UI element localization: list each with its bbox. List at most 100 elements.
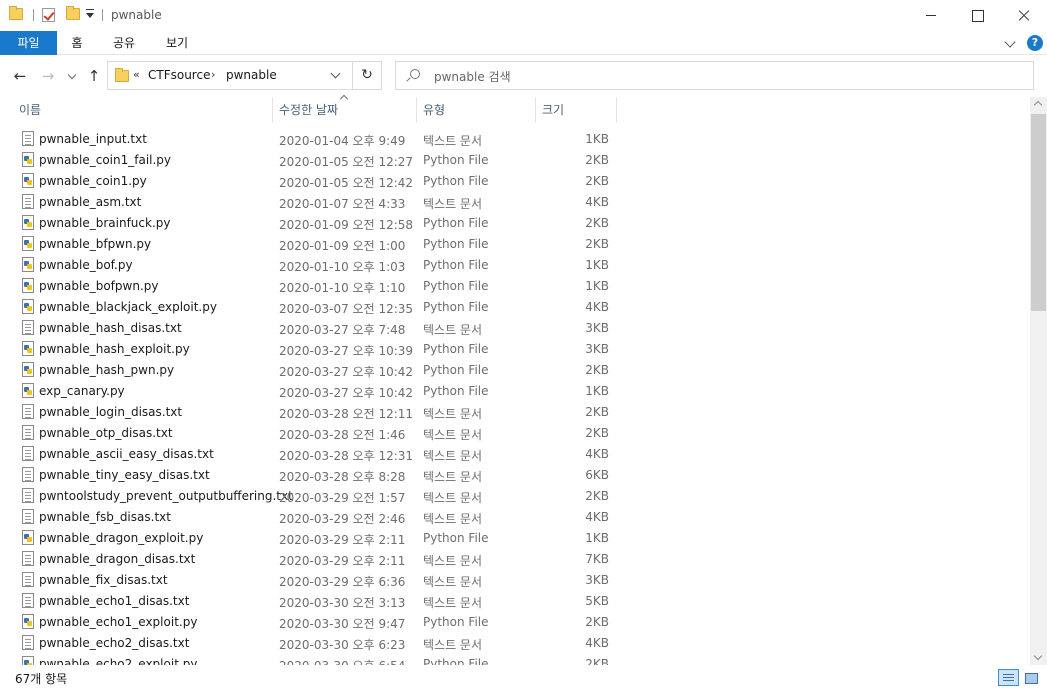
file-type: 텍스트 문서 [423,491,483,505]
tab-share[interactable]: 공유 [104,31,144,55]
customize-quick-access-icon[interactable] [86,9,94,18]
file-row[interactable]: pwnable_bof.py 2020-01-10 오후 1:03 Python F… [0,255,1030,276]
file-name: pwntoolstudy_prevent_outputbuffering.txt [39,489,293,503]
file-row[interactable]: pwnable_hash_exploit.py 2020-03-27 오후 10:… [0,339,1030,360]
column-date[interactable]: 수정한 날짜 [273,97,416,123]
expand-ribbon-icon[interactable] [1004,36,1016,48]
file-row[interactable]: pwnable_ascii_easy_disas.txt 2020-03-28 오… [0,444,1030,465]
file-size: 1KB [585,531,609,545]
breadcrumb-ctfsource[interactable]: CTFsource [148,68,210,82]
file-name: pwnable_echo2_exploit.py [39,657,198,665]
file-date: 2020-03-27 오후 7:48 [279,323,406,337]
python-file-icon [22,257,34,272]
scroll-up-icon[interactable] [1033,100,1043,110]
address-bar[interactable]: « CTFsource › pwnable [107,61,353,90]
file-date: 2020-03-30 오후 6:23 [279,638,406,652]
text-file-icon [22,425,34,440]
file-list: pwnable_input.txt 2020-01-04 오후 9:49 텍스트 문… [0,129,1030,665]
file-row[interactable]: pwnable_otp_disas.txt 2020-03-28 오전 1:46 텍… [0,423,1030,444]
file-row[interactable]: pwnable_fsb_disas.txt 2020-03-29 오전 2:46 텍… [0,507,1030,528]
file-row[interactable]: exp_canary.py 2020-03-27 오후 10:42 Python F… [0,381,1030,402]
file-size: 7KB [585,552,609,566]
file-date: 2020-03-29 오후 6:36 [279,575,406,589]
details-view-icon[interactable] [998,669,1019,686]
file-row[interactable]: pwnable_fix_disas.txt 2020-03-29 오후 6:36 텍… [0,570,1030,591]
file-row[interactable]: pwnable_dragon_disas.txt 2020-03-29 오후 2:… [0,549,1030,570]
maximize-button[interactable] [954,0,1000,31]
text-file-icon [22,551,34,566]
file-row[interactable]: pwnable_echo2_disas.txt 2020-03-30 오후 6:2… [0,633,1030,654]
file-row[interactable]: pwnable_coin1.py 2020-01-05 오전 12:42 Pytho… [0,171,1030,192]
search-placeholder: pwnable 검색 [434,70,511,84]
item-count: 67개 항목 [15,672,68,686]
recent-locations-icon[interactable] [67,70,77,80]
file-size: 4KB [585,510,609,524]
file-type: 텍스트 문서 [423,554,483,568]
large-icons-view-icon[interactable] [1020,669,1041,686]
back-arrow-icon[interactable]: ← [10,66,30,86]
file-type: Python File [423,258,489,272]
file-type: Python File [423,153,489,167]
breadcrumb-pwnable[interactable]: pwnable [226,68,277,82]
column-size[interactable]: 크기 [536,97,616,123]
file-row[interactable]: pwnable_asm.txt 2020-01-07 오전 4:33 텍스트 문서 4… [0,192,1030,213]
column-type[interactable]: 유형 [417,97,535,123]
file-row[interactable]: pwnable_bofpwn.py 2020-01-10 오후 1:10 Pytho… [0,276,1030,297]
python-file-icon [22,341,34,356]
file-name: pwnable_hash_pwn.py [39,363,175,377]
file-row[interactable]: pwnable_echo2_exploit.py 2020-03-30 오후 6:… [0,654,1030,665]
file-row[interactable]: pwnable_input.txt 2020-01-04 오후 9:49 텍스트 문… [0,129,1030,150]
column-divider[interactable] [616,97,617,123]
file-row[interactable]: pwntoolstudy_prevent_outputbuffering.txt… [0,486,1030,507]
file-row[interactable]: pwnable_bfpwn.py 2020-01-09 오전 1:00 Python… [0,234,1030,255]
file-type: Python File [423,342,489,356]
file-row[interactable]: pwnable_hash_pwn.py 2020-03-27 오후 10:42 Py… [0,360,1030,381]
file-row[interactable]: pwnable_dragon_exploit.py 2020-03-29 오후 2… [0,528,1030,549]
file-row[interactable]: pwnable_hash_disas.txt 2020-03-27 오후 7:48… [0,318,1030,339]
python-file-icon [22,215,34,230]
refresh-button[interactable]: ↻ [353,61,382,90]
file-type: Python File [423,237,489,251]
minimize-button[interactable] [908,0,954,31]
file-date: 2020-03-29 오후 2:11 [279,533,406,547]
file-name: pwnable_dragon_disas.txt [39,552,196,566]
tab-home[interactable]: 홈 [60,31,94,55]
file-type: Python File [423,279,489,293]
forward-arrow-icon[interactable]: → [38,66,58,86]
file-row[interactable]: pwnable_coin1_fail.py 2020-01-05 오전 12:27… [0,150,1030,171]
file-row[interactable]: pwnable_login_disas.txt 2020-03-28 오전 12:… [0,402,1030,423]
scrollbar-thumb[interactable] [1031,114,1046,311]
file-type: Python File [423,384,489,398]
help-icon[interactable]: ? [1027,35,1043,51]
column-name[interactable]: 이름 [13,97,272,123]
file-name: pwnable_dragon_exploit.py [39,531,204,545]
properties-icon[interactable] [42,8,55,22]
file-size: 2KB [585,426,609,440]
search-box[interactable]: pwnable 검색 [395,61,1034,90]
new-folder-icon[interactable] [66,6,80,20]
file-size: 1KB [585,258,609,272]
file-type: 텍스트 문서 [423,470,483,484]
file-row[interactable]: pwnable_echo1_exploit.py 2020-03-30 오전 9:… [0,612,1030,633]
file-row[interactable]: pwnable_brainfuck.py 2020-01-09 오전 12:58 P… [0,213,1030,234]
file-size: 4KB [585,300,609,314]
file-size: 1KB [585,279,609,293]
close-button[interactable] [1001,0,1047,31]
file-row[interactable]: pwnable_echo1_disas.txt 2020-03-30 오전 3:1… [0,591,1030,612]
text-file-icon [22,509,34,524]
file-row[interactable]: pwnable_blackjack_exploit.py 2020-03-07 오… [0,297,1030,318]
tab-view[interactable]: 보기 [156,31,198,55]
file-type: Python File [423,174,489,188]
folder-icon [9,6,23,20]
file-name: exp_canary.py [39,384,125,398]
breadcrumb-overflow[interactable]: « [133,68,140,81]
file-row[interactable]: pwnable_tiny_easy_disas.txt 2020-03-28 오후… [0,465,1030,486]
scroll-down-icon[interactable] [1033,651,1043,661]
tab-file[interactable]: 파일 [0,31,57,55]
vertical-scrollbar[interactable] [1030,97,1047,665]
address-dropdown-icon[interactable] [330,68,341,79]
text-file-icon [22,131,34,146]
file-date: 2020-03-28 오후 12:31 [279,449,414,463]
ribbon: 파일 홈 공유 보기 ? [0,31,1047,55]
up-arrow-icon[interactable]: ↑ [84,66,104,86]
